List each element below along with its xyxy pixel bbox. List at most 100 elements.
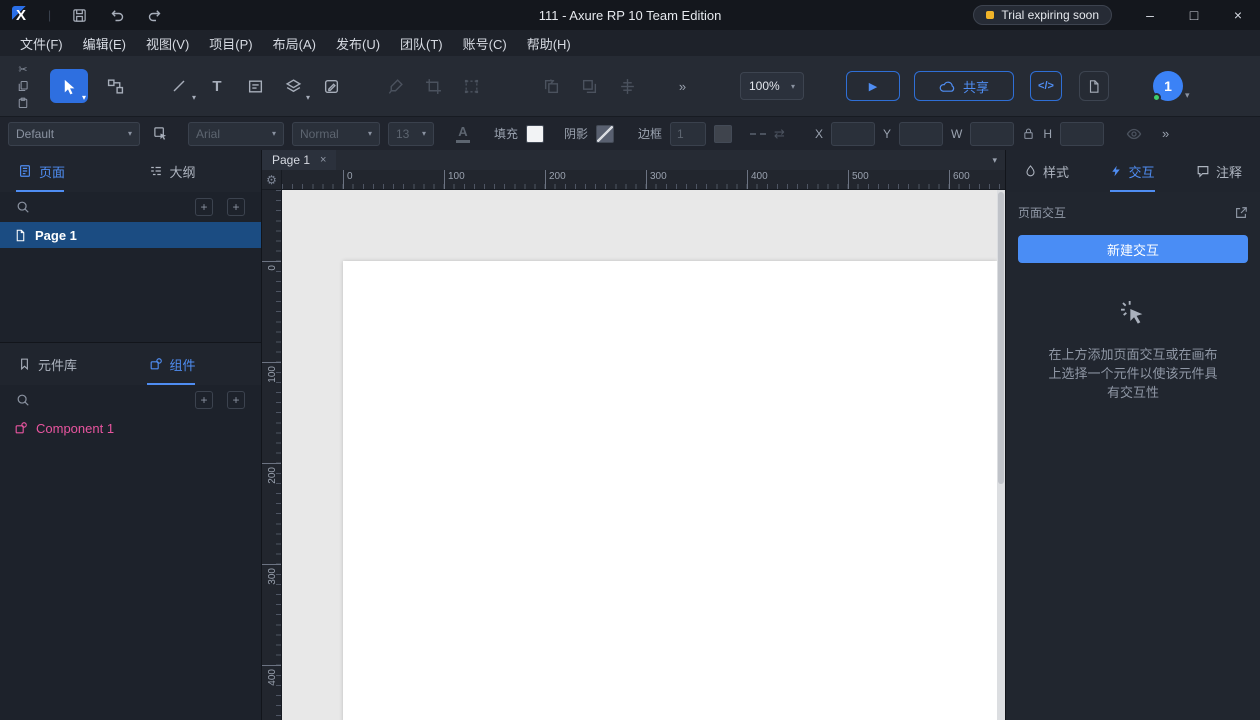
components-panel-tabs: 元件库 组件 xyxy=(0,343,261,385)
tab-components[interactable]: 组件 xyxy=(131,343,262,385)
canvas-tab-close-icon[interactable]: × xyxy=(320,154,326,166)
h-ruler-label: 400 xyxy=(747,170,768,190)
font-weight-select[interactable]: Normal ▾ xyxy=(292,122,380,146)
open-external-icon[interactable] xyxy=(1234,206,1248,220)
canvas-vertical-scrollbar[interactable] xyxy=(997,190,1005,720)
presence-dot xyxy=(1152,93,1161,102)
visibility-eye-icon[interactable] xyxy=(1126,126,1142,142)
shadow-swatch[interactable] xyxy=(596,125,614,143)
inspect-code-button[interactable]: </> xyxy=(1030,71,1062,101)
bring-to-front-button[interactable] xyxy=(532,69,570,103)
font-weight-chevron-icon: ▾ xyxy=(368,129,372,138)
vertical-ruler[interactable]: 0 100 200 300 400 xyxy=(262,190,282,720)
selection-tool-button[interactable]: ▾ xyxy=(50,69,88,103)
border-style-icon[interactable] xyxy=(750,133,766,135)
fill-swatch[interactable] xyxy=(526,125,544,143)
maximize-button[interactable]: □ xyxy=(1172,0,1216,30)
style-preset-select[interactable]: Default ▾ xyxy=(8,122,140,146)
redo-button[interactable] xyxy=(145,5,165,25)
tab-outline[interactable]: 大纲 xyxy=(131,150,262,192)
tab-interaction[interactable]: 交互 xyxy=(1110,150,1154,192)
y-input[interactable] xyxy=(899,122,943,146)
notes-doc-button[interactable] xyxy=(1079,71,1109,101)
inspector-tabs: 样式 交互 注释 xyxy=(1006,150,1260,192)
font-color-button[interactable]: A xyxy=(450,122,476,146)
align-button[interactable] xyxy=(608,69,646,103)
add-page-folder-button[interactable]: + xyxy=(227,198,245,216)
text-tool-button[interactable]: T xyxy=(198,69,236,103)
components-search-icon[interactable] xyxy=(16,393,30,407)
selection-tool-chevron-icon[interactable]: ▾ xyxy=(82,93,86,102)
avatar-chevron-icon[interactable]: ▾ xyxy=(1185,90,1190,101)
tab-style[interactable]: 样式 xyxy=(1024,150,1069,192)
add-component-folder-button[interactable]: + xyxy=(227,391,245,409)
connector-tool-button[interactable] xyxy=(96,69,134,103)
formatbar-overflow-button[interactable]: » xyxy=(1162,126,1170,141)
tab-libraries[interactable]: 元件库 xyxy=(0,343,131,385)
cut-icon[interactable]: ✂ xyxy=(18,63,27,76)
ruler-settings-button[interactable]: ⚙ xyxy=(262,170,282,190)
left-sidebar: 页面 大纲 + + xyxy=(0,150,262,720)
pen-tool-button[interactable] xyxy=(312,69,350,103)
send-to-back-button[interactable] xyxy=(570,69,608,103)
menu-project[interactable]: 项目(P) xyxy=(199,30,262,56)
menu-arrange[interactable]: 布局(A) xyxy=(263,30,326,56)
ruler-row: ⚙ 0 100 200 300 400 500 600 xyxy=(262,170,1005,190)
component-list-item[interactable]: Component 1 xyxy=(0,415,261,441)
zoom-select[interactable]: 100% ▾ xyxy=(740,72,804,100)
style-picker-button[interactable] xyxy=(148,122,172,146)
copy-icon[interactable] xyxy=(17,80,29,93)
pages-search-icon[interactable] xyxy=(16,200,30,214)
menu-team[interactable]: 团队(T) xyxy=(390,30,453,56)
avatar[interactable]: 1 xyxy=(1153,71,1183,101)
menu-edit[interactable]: 编辑(E) xyxy=(73,30,136,56)
account-avatar-group[interactable]: 1 ▾ xyxy=(1153,71,1190,101)
trial-badge[interactable]: Trial expiring soon xyxy=(973,5,1112,25)
menu-publish[interactable]: 发布(U) xyxy=(326,30,390,56)
line-tool-chevron-icon[interactable]: ▾ xyxy=(192,93,196,102)
save-button[interactable] xyxy=(69,5,89,25)
comment-icon xyxy=(1196,164,1210,178)
menu-account[interactable]: 账号(C) xyxy=(453,30,517,56)
font-size-select[interactable]: 13 ▾ xyxy=(388,122,434,146)
new-interaction-button[interactable]: 新建交互 xyxy=(1018,235,1248,263)
menu-help[interactable]: 帮助(H) xyxy=(517,30,581,56)
x-input[interactable] xyxy=(831,122,875,146)
toolbar-overflow-button[interactable]: » xyxy=(664,69,702,103)
swap-arrows-icon[interactable]: ⇄ xyxy=(774,126,785,142)
layers-tool-chevron-icon[interactable]: ▾ xyxy=(306,93,310,102)
crop-button[interactable] xyxy=(414,69,452,103)
paste-icon[interactable] xyxy=(17,97,29,110)
v-ruler-label: 100 xyxy=(267,366,278,383)
add-component-button[interactable]: + xyxy=(195,391,213,409)
w-input[interactable] xyxy=(970,122,1014,146)
page-list-item[interactable]: Page 1 xyxy=(0,222,261,248)
layers-tool-button[interactable]: ▾ xyxy=(274,69,312,103)
border-color-swatch[interactable] xyxy=(714,125,732,143)
canvas-tab-page1[interactable]: Page 1 × xyxy=(262,150,336,170)
lock-aspect-icon[interactable] xyxy=(1022,127,1035,140)
share-button[interactable]: 共享 xyxy=(914,71,1014,101)
close-button[interactable]: × xyxy=(1216,0,1260,30)
add-page-button[interactable]: + xyxy=(195,198,213,216)
horizontal-ruler[interactable]: 0 100 200 300 400 500 600 xyxy=(282,170,1005,190)
tab-pages[interactable]: 页面 xyxy=(0,150,131,192)
font-weight-value: Normal xyxy=(300,127,339,141)
box-tool-button[interactable] xyxy=(236,69,274,103)
artboard[interactable] xyxy=(343,261,997,720)
preview-button[interactable]: ▶ xyxy=(846,71,900,101)
format-painter-button[interactable] xyxy=(376,69,414,103)
scrollbar-thumb[interactable] xyxy=(998,192,1004,484)
border-width-input[interactable] xyxy=(670,122,706,146)
menu-view[interactable]: 视图(V) xyxy=(136,30,199,56)
undo-button[interactable] xyxy=(107,5,127,25)
canvas-scroll-area[interactable] xyxy=(282,190,1005,720)
font-family-select[interactable]: Arial ▾ xyxy=(188,122,284,146)
minimize-button[interactable]: – xyxy=(1128,0,1172,30)
tab-notes[interactable]: 注释 xyxy=(1196,150,1242,192)
canvas-tab-list-caret-icon[interactable]: ▾ xyxy=(992,155,997,166)
transform-points-button[interactable] xyxy=(452,69,490,103)
h-input[interactable] xyxy=(1060,122,1104,146)
menu-file[interactable]: 文件(F) xyxy=(10,30,73,56)
line-tool-button[interactable]: ▾ xyxy=(160,69,198,103)
